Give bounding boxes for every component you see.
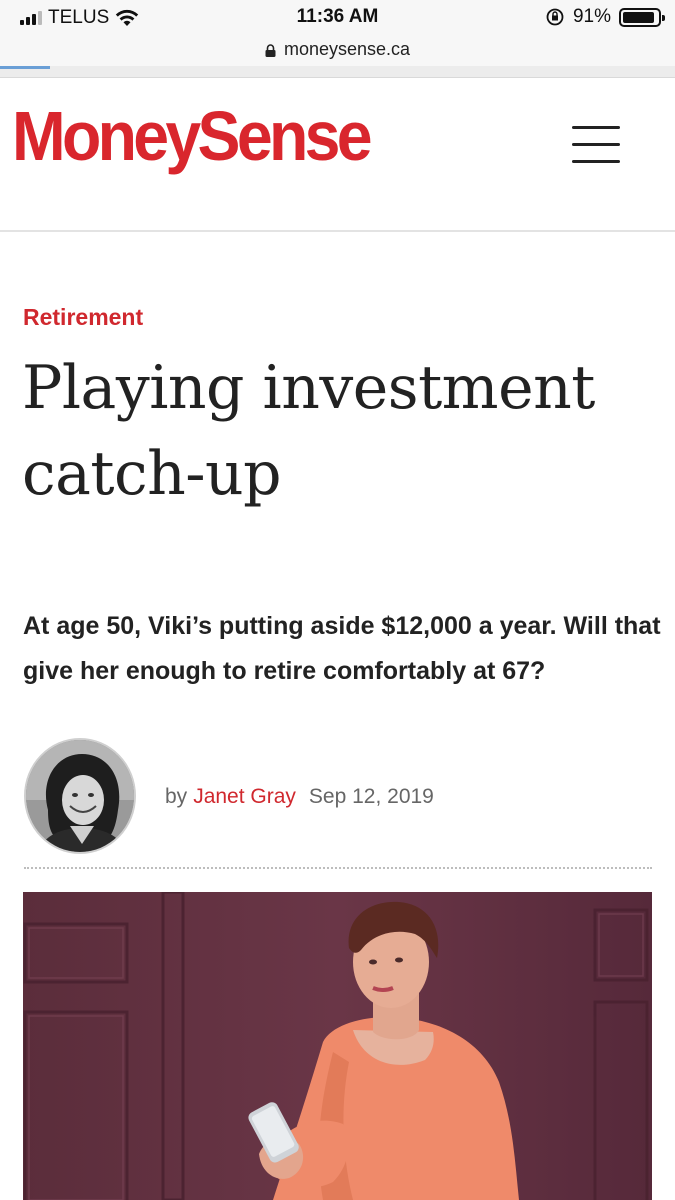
battery-icon xyxy=(619,7,665,27)
publish-date: Sep 12, 2019 xyxy=(308,785,434,808)
progress-indicator xyxy=(0,66,50,69)
page-load-progress xyxy=(0,66,675,78)
url-bar[interactable]: moneysense.ca xyxy=(0,30,675,68)
byline: by Janet Gray Sep 12, 2019 xyxy=(24,738,652,858)
byline-divider xyxy=(24,867,652,869)
orientation-lock-icon xyxy=(546,8,564,26)
byline-text: by Janet Gray Sep 12, 2019 xyxy=(165,785,434,809)
url-text[interactable]: moneysense.ca xyxy=(284,39,410,60)
site-logo[interactable]: MoneySense xyxy=(12,96,373,176)
article-title: Playing investment catch-up xyxy=(22,353,595,509)
battery-percent: 91% xyxy=(572,6,611,27)
status-bar: TELUS 11:36 AM 91% xyxy=(0,0,675,34)
hamburger-menu-icon[interactable] xyxy=(572,126,620,166)
hero-image xyxy=(23,892,652,1200)
author-link[interactable]: Janet Gray xyxy=(193,785,296,808)
battery-level xyxy=(623,11,654,23)
author-avatar[interactable] xyxy=(24,738,136,854)
site-header: MoneySense xyxy=(0,78,675,232)
article-dek: At age 50, Viki’s putting aside $12,000 … xyxy=(23,612,661,685)
category-label[interactable]: Retirement xyxy=(23,304,143,331)
lock-icon xyxy=(265,43,276,57)
status-right: 91% xyxy=(545,6,665,28)
byline-prefix: by xyxy=(165,785,188,808)
